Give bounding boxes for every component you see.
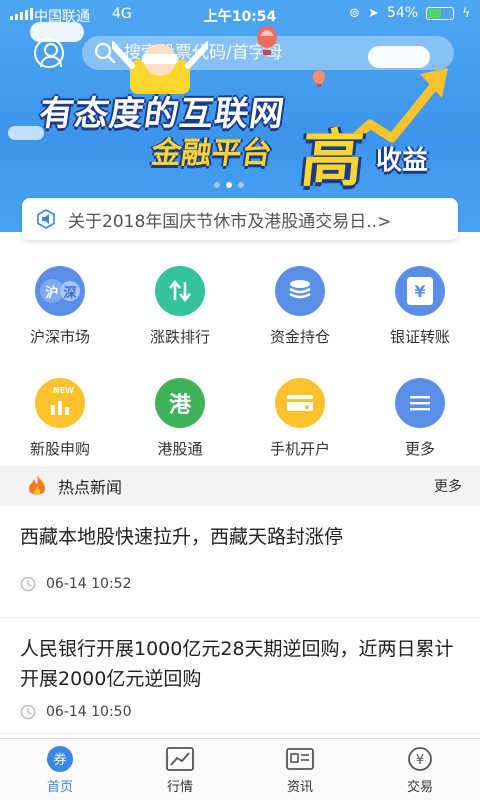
balloon-icon bbox=[313, 70, 325, 87]
news-item[interactable]: 人民银行开展1000亿元28天期逆回购，近两日累计开展2000亿元逆回购 06-… bbox=[0, 618, 480, 734]
announcement-bar[interactable]: 关于2018年国庆节休市及港股通交易日..> bbox=[22, 198, 458, 240]
grid-item-label: 新股申购 bbox=[29, 440, 90, 458]
battery-icon bbox=[426, 6, 455, 20]
flame-icon bbox=[28, 475, 46, 496]
user-avatar-icon[interactable] bbox=[34, 38, 64, 68]
grid-item-label: 更多 bbox=[404, 440, 435, 458]
news-item[interactable]: 西藏本地股快速拉升，西藏天路封涨停 06-14 10:52 bbox=[0, 506, 480, 618]
grid-item-rankings[interactable]: 涨跌排行 bbox=[120, 252, 240, 364]
carousel-dot bbox=[214, 182, 220, 188]
cloud-decoration bbox=[30, 22, 84, 42]
grid-item-holdings[interactable]: 资金持仓 bbox=[240, 252, 360, 364]
grid-item-ipo-subscription[interactable]: NEW 新股申购 bbox=[0, 364, 120, 476]
news-title: 人民银行开展1000亿元28天期逆回购，近两日累计开展2000亿元逆回购 bbox=[20, 638, 454, 690]
grid-item-bank-transfer[interactable]: ¥ 银证转账 bbox=[360, 252, 480, 364]
grid-item-label: 港股通 bbox=[157, 440, 203, 458]
menu-icon bbox=[395, 378, 445, 428]
bottom-tab-bar: 券 首页 行情 资讯 ¥ 交易 bbox=[0, 738, 480, 800]
hot-news-header: 热点新闻 更多 bbox=[0, 466, 480, 506]
grid-item-hk-connect[interactable]: 港 港股通 bbox=[120, 364, 240, 476]
function-grid: 沪 深 沪深市场 涨跌排行 资金持仓 ¥ 银证转账 NEW 新股申购 港 港股通… bbox=[0, 252, 480, 476]
balloon-icon bbox=[257, 26, 277, 55]
news-list: 西藏本地股快速拉升，西藏天路封涨停 06-14 10:52 人民银行开展1000… bbox=[0, 506, 480, 734]
yen-card-icon: ¥ bbox=[395, 266, 445, 316]
tab-home[interactable]: 券 首页 bbox=[0, 739, 120, 800]
grid-item-more[interactable]: 更多 bbox=[360, 364, 480, 476]
svg-text:券: 券 bbox=[53, 752, 66, 768]
news-title: 西藏本地股快速拉升，西藏天路封涨停 bbox=[20, 526, 344, 548]
hk-stock-icon: 港 bbox=[155, 378, 205, 428]
rotation-lock-icon: ⊚ bbox=[349, 5, 361, 21]
grid-item-mobile-account[interactable]: 手机开户 bbox=[240, 364, 360, 476]
grid-item-label: 银证转账 bbox=[389, 328, 450, 346]
yen-trade-icon: ¥ bbox=[408, 747, 432, 771]
grid-item-label: 资金持仓 bbox=[269, 328, 330, 346]
clock-icon bbox=[20, 576, 36, 592]
banner-slogan-big: 高 bbox=[297, 122, 368, 195]
tab-label: 交易 bbox=[406, 780, 433, 795]
coin-stack-icon bbox=[275, 266, 325, 316]
svg-text:¥: ¥ bbox=[416, 753, 424, 768]
shanghai-shenzhen-icon: 沪 深 bbox=[35, 266, 85, 316]
tab-news[interactable]: 资讯 bbox=[240, 739, 360, 800]
carousel-dot-active bbox=[226, 182, 232, 188]
news-meta: 06-14 10:52 bbox=[20, 576, 460, 592]
tab-label: 行情 bbox=[166, 780, 193, 795]
home-coupon-icon: 券 bbox=[47, 746, 73, 772]
banner-slogan-suffix: 收益 bbox=[376, 146, 429, 176]
new-stock-icon: NEW bbox=[35, 378, 85, 428]
tab-label: 资讯 bbox=[286, 780, 313, 795]
up-down-arrows-icon bbox=[155, 266, 205, 316]
news-date: 06-14 10:50 bbox=[46, 704, 132, 720]
news-meta: 06-14 10:50 bbox=[20, 704, 460, 720]
news-icon bbox=[286, 748, 314, 770]
chart-icon bbox=[166, 747, 194, 771]
section-title: 热点新闻 bbox=[58, 478, 123, 497]
more-news-link[interactable]: 更多 bbox=[434, 476, 462, 496]
grid-item-label: 手机开户 bbox=[269, 440, 330, 458]
tab-market[interactable]: 行情 bbox=[120, 739, 240, 800]
battery-percent: 54% bbox=[386, 5, 419, 21]
carousel-indicator bbox=[214, 182, 244, 188]
news-date: 06-14 10:52 bbox=[46, 576, 132, 592]
carousel-dot bbox=[238, 182, 244, 188]
tab-trade[interactable]: ¥ 交易 bbox=[360, 739, 480, 800]
announcement-text: 关于2018年国庆节休市及港股通交易日..> bbox=[68, 211, 392, 232]
grid-item-label: 沪深市场 bbox=[29, 328, 90, 346]
banner-slogan-line2: 金融平台 bbox=[149, 136, 274, 171]
charging-icon: ϟ bbox=[462, 6, 470, 20]
clock-icon bbox=[20, 704, 36, 720]
card-icon bbox=[275, 378, 325, 428]
megaphone-icon bbox=[37, 209, 55, 229]
grid-item-hushen-market[interactable]: 沪 深 沪深市场 bbox=[0, 252, 120, 364]
location-icon: ➤ bbox=[368, 5, 379, 21]
grid-item-label: 涨跌排行 bbox=[149, 328, 210, 346]
tab-label: 首页 bbox=[46, 780, 73, 795]
